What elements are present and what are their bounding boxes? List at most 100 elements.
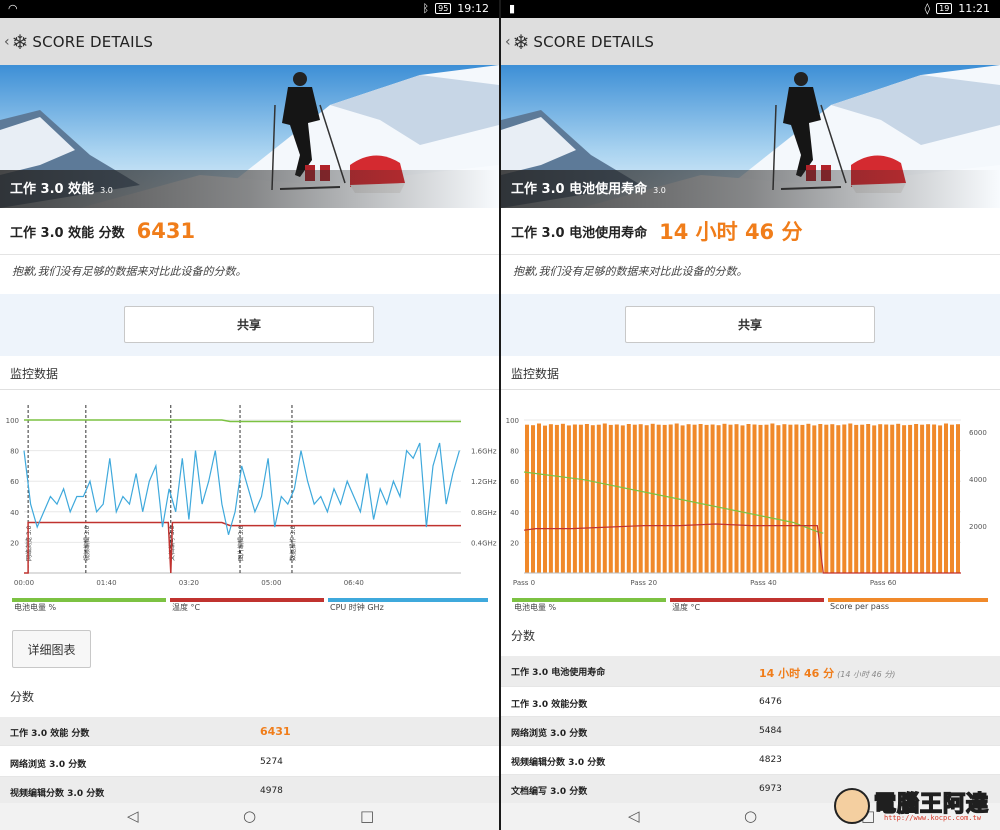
nav-home-icon[interactable]: ○ bbox=[243, 807, 256, 825]
score-bar bbox=[932, 424, 937, 573]
score-bar bbox=[602, 423, 607, 573]
score-bar bbox=[848, 423, 853, 573]
nav-back-icon[interactable]: ◁ bbox=[628, 807, 640, 825]
score-bar bbox=[525, 424, 529, 573]
table-row: 网络浏览 3.0 分数 5274 bbox=[0, 748, 499, 777]
score-bar bbox=[692, 424, 697, 573]
score-value: 6431 bbox=[136, 219, 196, 243]
score-bar bbox=[578, 424, 583, 573]
back-icon[interactable]: ‹ bbox=[505, 34, 511, 50]
test-marker-label: 视频编辑 3.0 bbox=[83, 525, 91, 561]
y-tick-label: 100 bbox=[506, 417, 519, 425]
score-bar bbox=[566, 425, 571, 573]
y-tick-label: 60 bbox=[10, 478, 19, 486]
page-title: SCORE DETAILS bbox=[533, 32, 655, 51]
table-row: 工作 3.0 效能 分数 6431 bbox=[0, 717, 499, 746]
y-tick-label: 40 bbox=[10, 509, 19, 517]
score-bar bbox=[896, 423, 901, 573]
share-button[interactable]: 共享 bbox=[124, 306, 374, 343]
table-row: 工作 3.0 效能分数 6476 bbox=[501, 688, 1000, 717]
score-bar bbox=[572, 424, 577, 573]
score-bar bbox=[728, 424, 733, 573]
score-bar bbox=[770, 423, 775, 573]
snowflake-icon: ❄ bbox=[512, 29, 530, 54]
x-tick-label: Pass 40 bbox=[750, 579, 777, 587]
score-bar bbox=[722, 423, 727, 573]
score-label: 工作 3.0 电池使用寿命 bbox=[511, 225, 648, 241]
score-bar bbox=[614, 424, 619, 573]
score-bar bbox=[764, 424, 769, 573]
score-bar bbox=[950, 424, 954, 573]
score-bar bbox=[914, 424, 919, 573]
y-tick-label: 20 bbox=[510, 539, 519, 547]
status-time: 19:12 bbox=[457, 2, 489, 15]
x-tick-label: 06:40 bbox=[344, 579, 364, 587]
score-bar bbox=[698, 424, 703, 573]
wifi-icon: ◠ bbox=[8, 2, 18, 15]
app-bar: ‹ ❄ SCORE DETAILS bbox=[0, 18, 499, 65]
score-bar bbox=[650, 423, 655, 573]
share-button[interactable]: 共享 bbox=[625, 306, 875, 343]
y-tick-label: 20 bbox=[10, 539, 19, 547]
score-bar bbox=[944, 423, 948, 573]
nav-home-icon[interactable]: ○ bbox=[744, 807, 757, 825]
score-bar bbox=[926, 424, 931, 573]
score-bar bbox=[830, 424, 835, 573]
y2-tick-label: 1.6GHz bbox=[471, 448, 497, 456]
app-bar: ‹ ❄ SCORE DETAILS bbox=[501, 18, 1000, 65]
monitor-title: 监控数据 bbox=[0, 358, 499, 390]
score-bar bbox=[560, 423, 565, 573]
nav-back-icon[interactable]: ◁ bbox=[127, 807, 139, 825]
score-bar bbox=[854, 424, 859, 573]
notification-icon: ▮ bbox=[509, 2, 516, 15]
y2-tick-label: 2000 bbox=[969, 523, 987, 531]
chart-legend: 电池电量 % 温度 °C CPU 时钟 GHz bbox=[0, 596, 499, 618]
x-tick-label: Pass 0 bbox=[513, 579, 535, 587]
score-bar bbox=[686, 424, 691, 573]
legend-battery: 电池电量 % bbox=[12, 596, 166, 618]
page-title: SCORE DETAILS bbox=[32, 32, 154, 51]
battery-icon: 19 bbox=[936, 3, 953, 14]
score-bar bbox=[902, 425, 907, 573]
y-tick-label: 80 bbox=[10, 448, 19, 456]
score-value: 14 小时 46 分 bbox=[659, 220, 803, 244]
score-bar bbox=[668, 424, 673, 573]
score-bar bbox=[794, 424, 799, 573]
hero-banner: 工作 3.0 效能 3.0 bbox=[0, 65, 499, 208]
legend-battery: 电池电量 % bbox=[512, 596, 666, 618]
back-icon[interactable]: ‹ bbox=[4, 34, 10, 50]
legend-temperature: 温度 °C bbox=[170, 596, 324, 618]
score-bar bbox=[836, 425, 841, 573]
monitor-title: 监控数据 bbox=[501, 358, 1000, 390]
x-tick-label: 03:20 bbox=[179, 579, 199, 587]
battery-icon: 95 bbox=[435, 3, 452, 14]
score-bar bbox=[626, 424, 631, 573]
compare-note: 抱歉,我们没有足够的数据来对比此设备的分数。 bbox=[0, 256, 499, 294]
y2-tick-label: 6000 bbox=[969, 429, 987, 437]
score-bar bbox=[704, 424, 709, 573]
score-bar bbox=[776, 425, 781, 573]
score-bar bbox=[890, 424, 895, 573]
nav-recent-icon[interactable]: □ bbox=[360, 807, 374, 825]
table-row: 网络浏览 3.0 分数 5484 bbox=[501, 717, 1000, 746]
score-bar bbox=[590, 425, 595, 573]
score-bar bbox=[872, 425, 877, 573]
score-bar bbox=[632, 424, 637, 573]
score-bar bbox=[543, 425, 547, 573]
y2-tick-label: 0.4GHz bbox=[471, 539, 497, 547]
mascot-icon bbox=[834, 788, 870, 824]
status-bar: ▮ ◊ 19 11:21 bbox=[501, 0, 1000, 18]
x-tick-label: 00:00 bbox=[14, 579, 34, 587]
x-tick-label: Pass 20 bbox=[630, 579, 657, 587]
score-bar bbox=[806, 423, 811, 573]
chart-legend: 电池电量 % 温度 °C Score per pass bbox=[501, 596, 1000, 618]
score-bar bbox=[782, 424, 787, 573]
detail-chart-button[interactable]: 详细图表 bbox=[12, 630, 91, 668]
score-bar bbox=[584, 424, 589, 573]
status-time: 11:21 bbox=[958, 2, 990, 15]
score-bar bbox=[800, 424, 805, 573]
hero-title: 工作 3.0 电池使用寿命 3.0 bbox=[511, 182, 666, 197]
y2-tick-label: 0.8GHz bbox=[471, 509, 497, 517]
score-bar bbox=[920, 424, 925, 573]
test-marker-label: 网络浏览 3.0 bbox=[25, 525, 33, 561]
